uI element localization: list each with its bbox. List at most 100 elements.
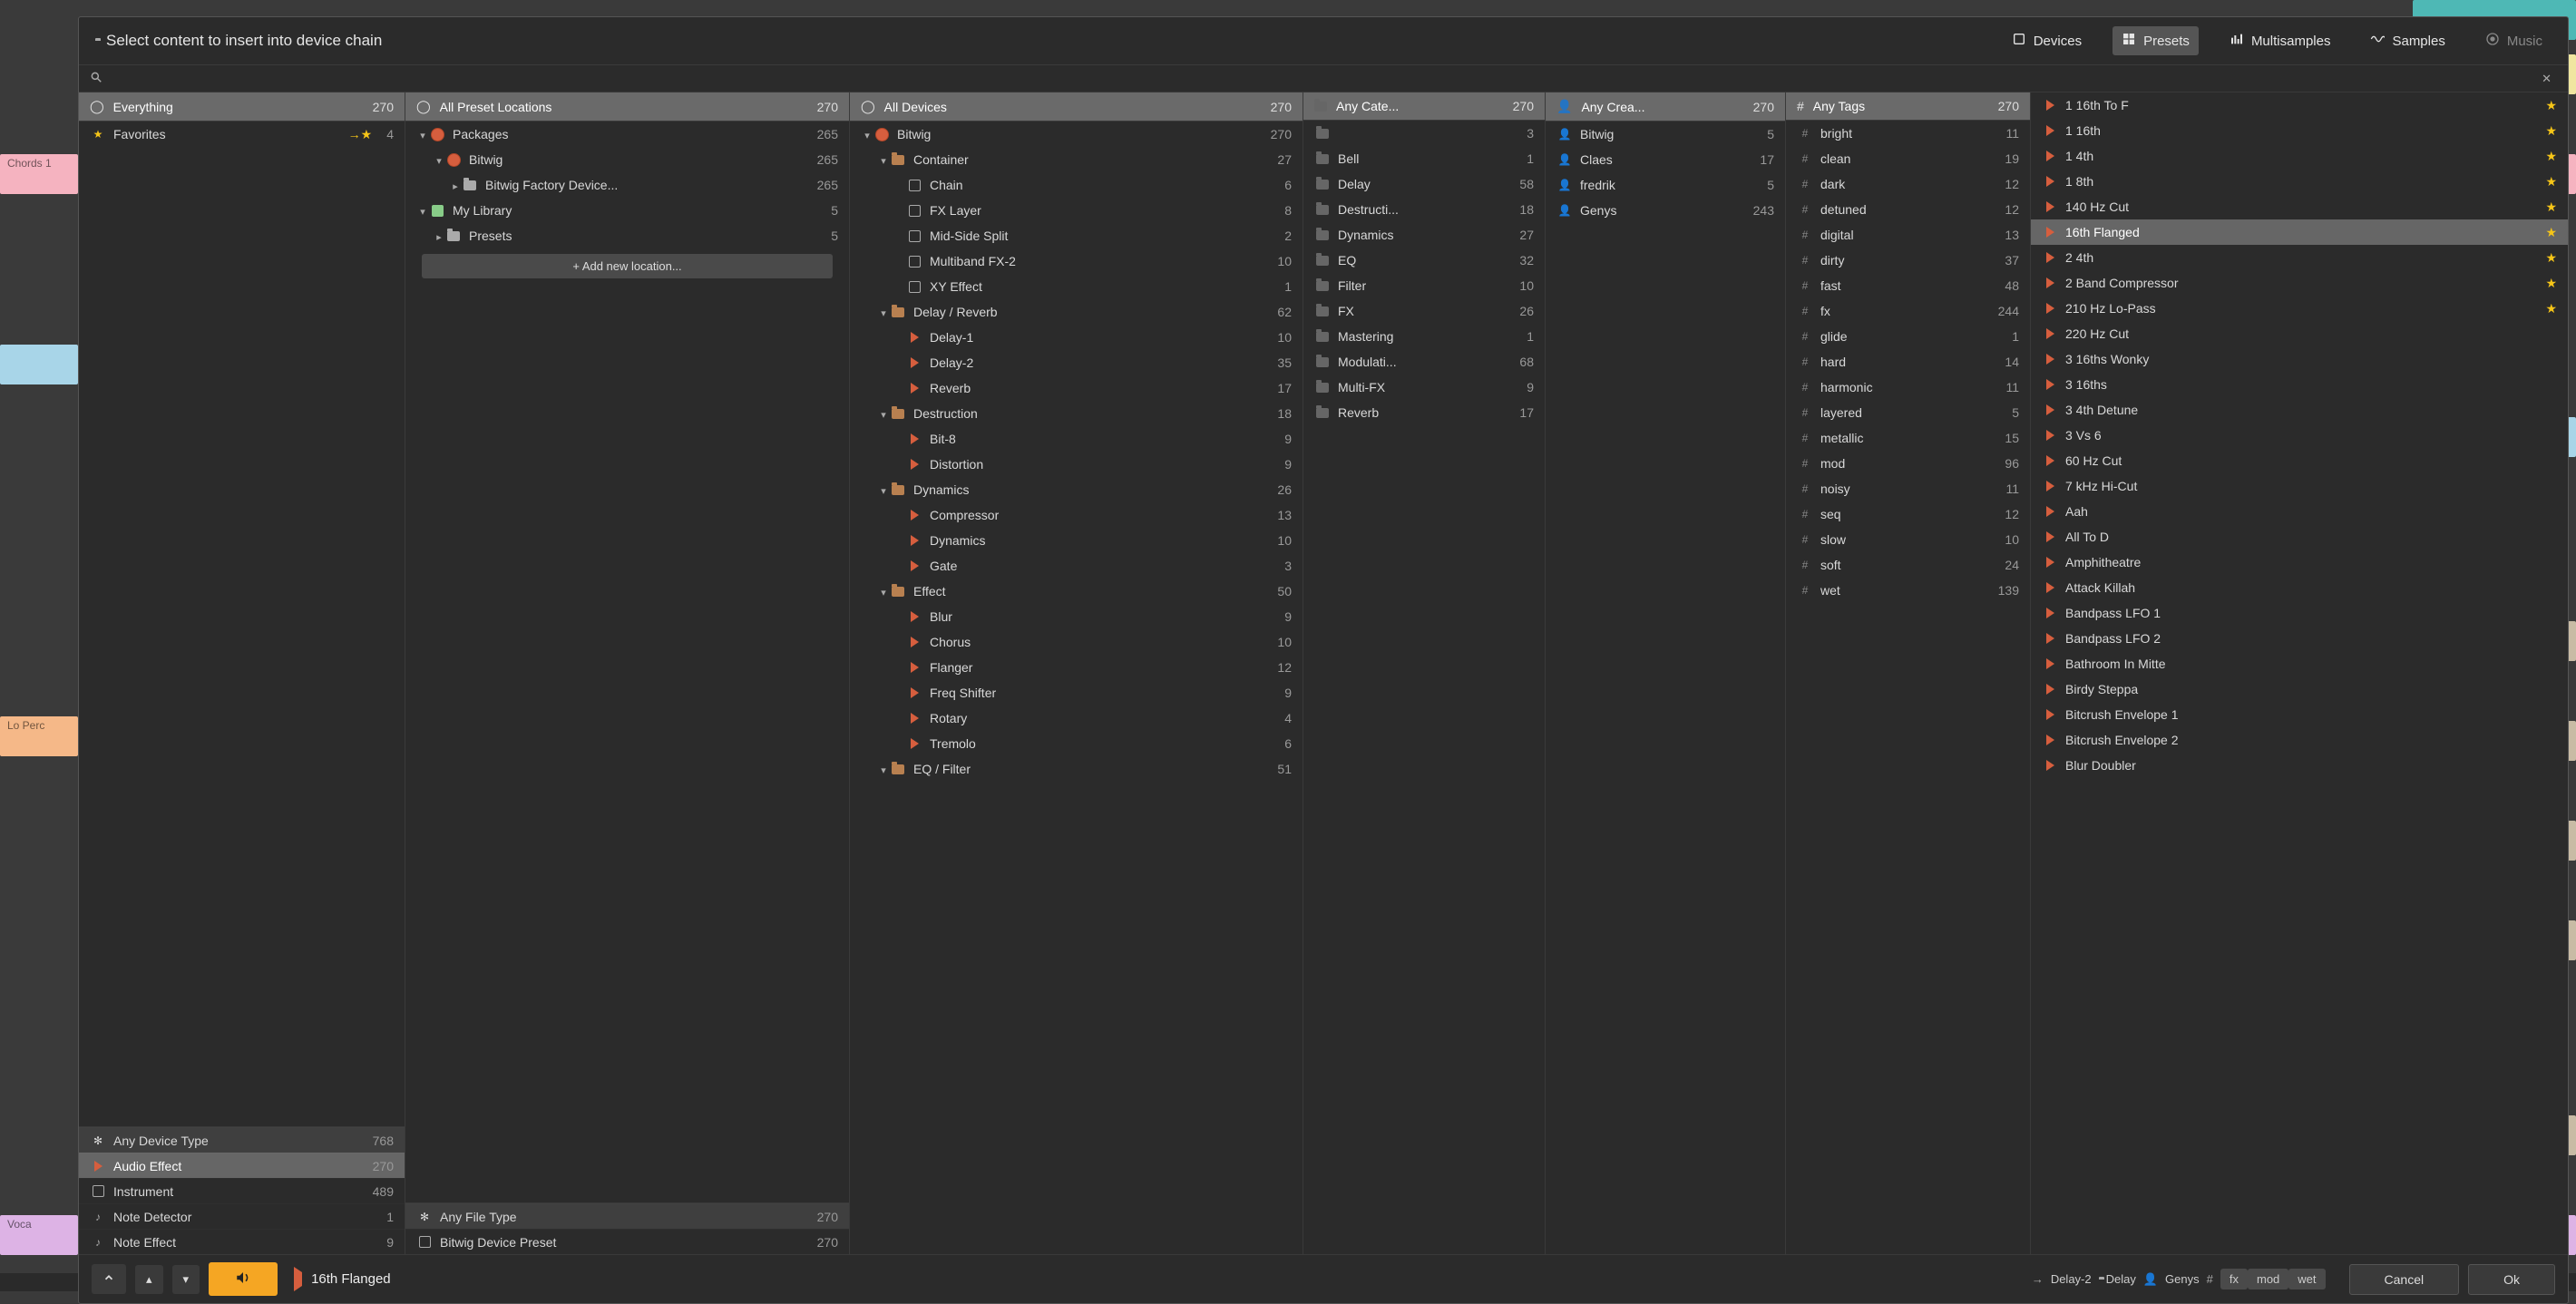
disclosure-icon[interactable] — [877, 305, 890, 319]
tag-row[interactable]: #clean19 — [1786, 146, 2030, 171]
tag-row[interactable]: #fast48 — [1786, 273, 2030, 298]
preset-row[interactable]: Bathroom In Mitte — [2031, 651, 2568, 676]
location-row[interactable]: Packages265 — [405, 122, 849, 147]
preset-row[interactable]: 3 Vs 6 — [2031, 423, 2568, 448]
disclosure-icon[interactable] — [877, 762, 890, 776]
tag-row[interactable]: #detuned12 — [1786, 197, 2030, 222]
category-row[interactable]: FX26 — [1303, 298, 1545, 324]
add-location-button[interactable]: + Add new location... — [422, 254, 833, 278]
disclosure-icon[interactable] — [877, 406, 890, 421]
device-row[interactable]: Delay-235 — [850, 350, 1303, 375]
device-type-row[interactable]: Audio Effect270 — [79, 1153, 405, 1178]
device-row[interactable]: XY Effect1 — [850, 274, 1303, 299]
cancel-button[interactable]: Cancel — [2349, 1264, 2460, 1295]
creator-row[interactable]: 👤Bitwig5 — [1546, 122, 1785, 147]
collapse-button[interactable] — [92, 1264, 126, 1294]
device-row[interactable]: Blur9 — [850, 604, 1303, 629]
location-row[interactable]: Bitwig Factory Device...265 — [405, 172, 849, 198]
tag-row[interactable]: #hard14 — [1786, 349, 2030, 375]
disclosure-icon[interactable] — [877, 584, 890, 598]
file-type-row[interactable]: Bitwig Device Preset270 — [405, 1229, 849, 1254]
favorite-star-icon[interactable]: ★ — [2545, 225, 2557, 240]
col-header-locations[interactable]: ◯ All Preset Locations 270 — [405, 92, 849, 122]
location-row[interactable]: Presets5 — [405, 223, 849, 248]
prev-button[interactable]: ▴ — [135, 1265, 163, 1294]
tag-row[interactable]: #glide1 — [1786, 324, 2030, 349]
preset-row[interactable]: Bandpass LFO 2 — [2031, 626, 2568, 651]
preset-row[interactable]: 1 16th★ — [2031, 118, 2568, 143]
preset-row[interactable]: 210 Hz Lo-Pass★ — [2031, 296, 2568, 321]
device-row[interactable]: EQ / Filter51 — [850, 756, 1303, 782]
tag-row[interactable]: #harmonic11 — [1786, 375, 2030, 400]
favorite-star-icon[interactable]: ★ — [2545, 276, 2557, 291]
preset-row[interactable]: 2 Band Compressor★ — [2031, 270, 2568, 296]
preset-row[interactable]: Bandpass LFO 1 — [2031, 600, 2568, 626]
preset-row[interactable]: Blur Doubler — [2031, 753, 2568, 778]
disclosure-icon[interactable] — [416, 203, 429, 218]
category-row[interactable]: Delay58 — [1303, 171, 1545, 197]
favorite-star-icon[interactable]: ★ — [2545, 123, 2557, 139]
preset-row[interactable]: All To D — [2031, 524, 2568, 550]
category-row[interactable]: Modulati...68 — [1303, 349, 1545, 375]
preset-row[interactable]: 7 kHz Hi-Cut — [2031, 473, 2568, 499]
preview-audio-button[interactable] — [209, 1262, 278, 1296]
location-row[interactable]: My Library5 — [405, 198, 849, 223]
tab-presets[interactable]: Presets — [2113, 26, 2199, 55]
device-row[interactable]: Reverb17 — [850, 375, 1303, 401]
tag-row[interactable]: #soft24 — [1786, 552, 2030, 578]
col-header-everything[interactable]: ◯ Everything 270 — [79, 92, 405, 122]
favorites-row[interactable]: ★ Favorites →★ 4 — [79, 122, 405, 147]
tab-multisamples[interactable]: Multisamples — [2220, 26, 2340, 55]
tag-row[interactable]: #noisy11 — [1786, 476, 2030, 501]
preset-row[interactable]: 3 16ths Wonky — [2031, 346, 2568, 372]
tag-row[interactable]: #seq12 — [1786, 501, 2030, 527]
device-row[interactable]: Delay / Reverb62 — [850, 299, 1303, 325]
creator-row[interactable]: 👤fredrik5 — [1546, 172, 1785, 198]
preset-row[interactable]: Aah — [2031, 499, 2568, 524]
device-row[interactable]: Chain6 — [850, 172, 1303, 198]
tab-music[interactable]: Music — [2476, 26, 2552, 55]
creator-row[interactable]: 👤Genys243 — [1546, 198, 1785, 223]
device-row[interactable]: Dynamics10 — [850, 528, 1303, 553]
preset-row[interactable]: 3 4th Detune — [2031, 397, 2568, 423]
creator-row[interactable]: 👤Claes17 — [1546, 147, 1785, 172]
category-row[interactable]: Mastering1 — [1303, 324, 1545, 349]
preset-row[interactable]: 140 Hz Cut★ — [2031, 194, 2568, 219]
disclosure-icon[interactable] — [433, 229, 445, 243]
col-header-categories[interactable]: Any Cate... 270 — [1303, 92, 1545, 121]
favorite-star-icon[interactable]: ★ — [2545, 98, 2557, 113]
disclosure-icon[interactable] — [433, 152, 445, 167]
preset-row[interactable]: 1 4th★ — [2031, 143, 2568, 169]
device-row[interactable]: Tremolo6 — [850, 731, 1303, 756]
device-row[interactable]: Rotary4 — [850, 706, 1303, 731]
tag-row[interactable]: #mod96 — [1786, 451, 2030, 476]
tag-row[interactable]: #wet139 — [1786, 578, 2030, 603]
tag-row[interactable]: #layered5 — [1786, 400, 2030, 425]
favorite-star-icon[interactable]: ★ — [2545, 149, 2557, 164]
tag-row[interactable]: #dark12 — [1786, 171, 2030, 197]
search-clear-icon[interactable]: ✕ — [2536, 72, 2557, 86]
favorite-star-icon[interactable]: ★ — [2545, 301, 2557, 316]
disclosure-icon[interactable] — [861, 127, 873, 141]
ok-button[interactable]: Ok — [2468, 1264, 2555, 1295]
preset-row[interactable]: 2 4th★ — [2031, 245, 2568, 270]
category-row[interactable]: Multi-FX9 — [1303, 375, 1545, 400]
device-type-row[interactable]: ♪Note Detector1 — [79, 1203, 405, 1229]
category-row[interactable]: EQ32 — [1303, 248, 1545, 273]
disclosure-icon[interactable] — [877, 482, 890, 497]
preset-row[interactable]: 3 16ths — [2031, 372, 2568, 397]
tag-row[interactable]: #fx244 — [1786, 298, 2030, 324]
category-row[interactable]: Filter10 — [1303, 273, 1545, 298]
device-row[interactable]: Multiband FX-210 — [850, 248, 1303, 274]
device-row[interactable]: Container27 — [850, 147, 1303, 172]
disclosure-icon[interactable] — [416, 127, 429, 141]
preset-row[interactable]: Bitcrush Envelope 1 — [2031, 702, 2568, 727]
tag-chip[interactable]: mod — [2248, 1269, 2288, 1289]
device-type-header[interactable]: ✻ Any Device Type 768 — [79, 1127, 405, 1153]
device-row[interactable]: Gate3 — [850, 553, 1303, 579]
file-type-header[interactable]: ✻ Any File Type 270 — [405, 1203, 849, 1229]
category-row[interactable]: 3 — [1303, 121, 1545, 146]
device-row[interactable]: Bit-89 — [850, 426, 1303, 452]
favorite-star-icon[interactable]: ★ — [2545, 199, 2557, 215]
device-row[interactable]: Chorus10 — [850, 629, 1303, 655]
